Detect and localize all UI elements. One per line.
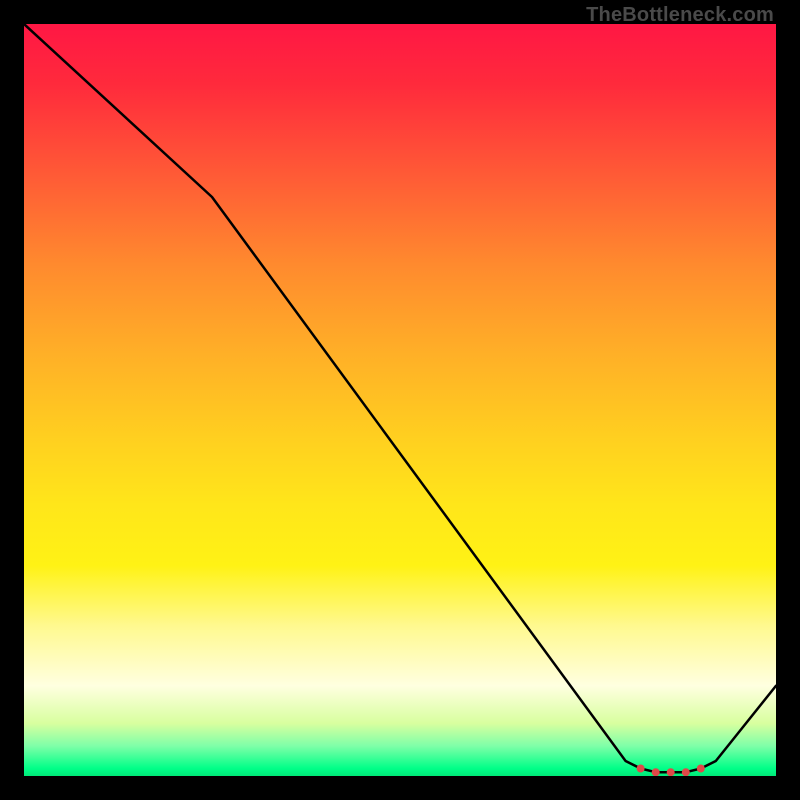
line-chart [24,24,776,776]
data-marker [667,768,675,776]
data-marker [697,765,705,773]
chart-frame: TheBottleneck.com [0,0,800,800]
chart-line-group [24,24,776,772]
bottleneck-curve-line [24,24,776,772]
watermark-text: TheBottleneck.com [586,4,774,27]
plot-area [24,24,776,776]
data-marker [652,768,660,776]
data-marker [637,765,645,773]
data-marker [682,768,690,776]
